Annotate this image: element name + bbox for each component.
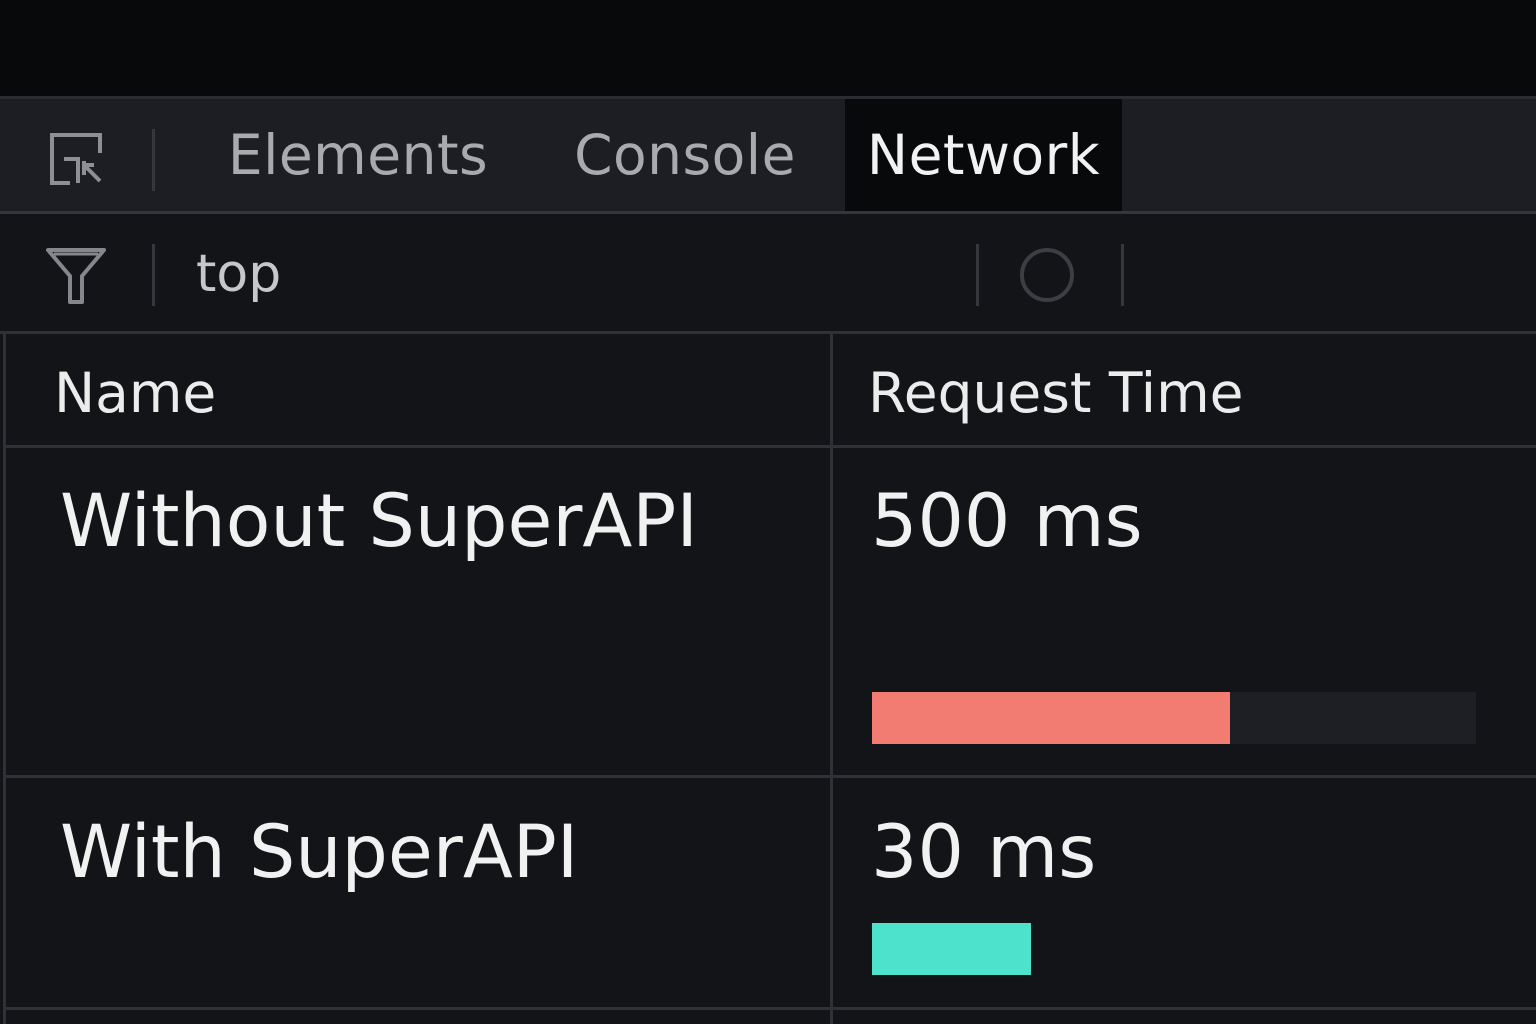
toolbar-separator [1121,244,1124,306]
row-divider [6,775,1536,778]
request-name[interactable]: With SuperAPI [60,808,578,898]
network-table: Name Request Time Without SuperAPI 500 m… [3,334,1536,1024]
tabbar-separator [152,129,155,191]
page-viewport [0,0,1536,96]
request-time-label: 30 ms [871,810,1097,895]
context-selector[interactable]: top [196,242,281,306]
timing-bar-track [872,692,1476,744]
timing-bar-track [872,923,1476,975]
column-divider [830,334,833,1024]
inspect-element-icon[interactable] [48,131,104,187]
toolbar-separator [976,244,979,306]
timing-bar-slow [872,692,1231,744]
tab-elements[interactable]: Elements [200,99,516,211]
row-divider [6,1007,1536,1010]
column-header-name[interactable]: Name [54,358,216,428]
tab-console-label: Console [574,123,796,187]
row-divider [6,445,1536,448]
tab-console[interactable]: Console [548,99,822,211]
record-icon[interactable] [1018,246,1076,304]
tab-elements-label: Elements [227,123,489,187]
devtools-tabbar: Elements Console Network [0,99,1536,214]
toolbar-separator [152,244,155,306]
tab-network-label: Network [866,123,1101,187]
column-header-request-time[interactable]: Request Time [868,358,1244,428]
request-time-label: 500 ms [871,479,1143,564]
tab-network[interactable]: Network [845,99,1122,211]
network-toolbar: top [0,214,1536,334]
timing-bar-fast [872,923,1031,975]
devtools-panel: Elements Console Network top Name Reques… [0,96,1536,1024]
devtools-window: Elements Console Network top Name Reques… [0,0,1536,1024]
filter-icon[interactable] [44,244,108,308]
request-name[interactable]: Without SuperAPI [60,477,698,567]
